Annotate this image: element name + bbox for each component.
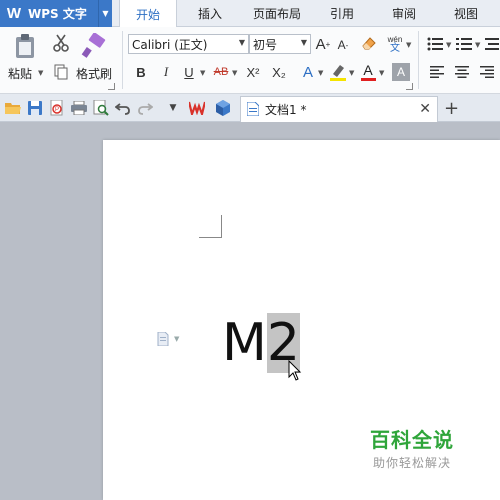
text-effect-button[interactable]: A [299,63,317,81]
ribbon-separator [418,31,419,89]
copy-button[interactable] [52,63,70,81]
copy-icon [54,64,68,80]
watermark: 百科全说 助你轻松解决 [362,424,462,471]
ribbon: 粘贴 ▼ 格式刷 Calibri (正文) ▼ 初号 ▼ A + A- wén … [0,27,500,94]
app-menu-dropdown-icon[interactable]: ▼ [98,0,112,27]
scissors-icon [53,34,69,52]
numbered-list-icon [456,38,472,50]
highlight-button[interactable] [328,61,348,83]
format-painter-icon [81,33,106,58]
paste-button[interactable] [10,32,40,60]
font-size-select[interactable]: 初号 ▼ [249,34,311,54]
character-icon: 文 [390,43,400,54]
watermark-subtitle: 助你轻松解决 [372,456,451,470]
strikethrough-dropdown-icon[interactable]: ▼ [232,69,237,77]
align-left-button[interactable] [428,64,446,80]
font-color-button[interactable]: A [359,61,377,83]
undo-icon[interactable] [114,99,132,117]
align-center-icon [455,66,469,78]
char-shading-button[interactable]: A [392,63,410,81]
font-color-swatch [360,78,376,81]
clear-format-button[interactable] [360,34,378,52]
bullet-list-dropdown-icon[interactable]: ▼ [446,41,451,49]
font-family-value: Calibri (正文) [132,37,208,52]
font-color-letter: A [363,62,373,78]
quick-access-bar: P ▼ 文档1 * ✕ + [0,94,500,122]
clipboard-launcher-icon[interactable] [108,83,115,90]
superscript-button[interactable]: X² [242,63,264,81]
chevron-down-icon: ▼ [238,38,245,47]
numbered-list-button[interactable] [455,35,473,53]
wps-docer-icon[interactable] [188,99,206,117]
align-right-icon [480,66,494,78]
eraser-icon [362,37,376,50]
phonetic-guide-button[interactable]: wén 文 [384,33,406,55]
underline-dropdown-icon[interactable]: ▼ [200,69,205,77]
paste-label: 粘贴 [8,67,33,81]
menu-bar: W WPS 文字 ▼ 开始 插入 页面布局 引用 审阅 视图 [0,0,500,28]
mouse-pointer-icon [288,360,302,381]
tab-references[interactable]: 引用 [320,0,364,27]
strikethrough-button[interactable]: AB [210,63,232,81]
font-color-dropdown-icon[interactable]: ▼ [379,69,384,77]
align-left-icon [430,66,444,78]
close-tab-icon[interactable]: ✕ [419,101,431,117]
text-effect-dropdown-icon[interactable]: ▼ [318,69,323,77]
print-preview-icon[interactable] [92,99,110,117]
format-painter-label: 格式刷 [76,67,113,81]
export-pdf-icon[interactable]: P [48,99,66,117]
redo-icon[interactable] [136,99,154,117]
open-icon[interactable] [4,99,22,117]
new-tab-icon[interactable]: + [444,98,459,119]
font-family-select[interactable]: Calibri (正文) ▼ [128,34,249,54]
document-icon [247,102,259,116]
align-center-button[interactable] [453,64,471,80]
multilevel-list-button[interactable] [484,35,500,53]
numbered-list-dropdown-icon[interactable]: ▼ [475,41,480,49]
bullet-list-icon [427,37,443,51]
tab-home[interactable]: 开始 [119,0,177,28]
grow-font-button[interactable]: A + [314,35,332,53]
tab-insert[interactable]: 插入 [186,0,234,27]
tab-page-layout[interactable]: 页面布局 [244,0,310,27]
chevron-down-icon: ▼ [174,335,180,343]
document-tab-title: 文档1 * [265,103,307,117]
wps-logo-icon: W [6,5,22,22]
format-painter-button[interactable] [80,32,108,60]
save-icon[interactable] [26,99,44,117]
print-icon[interactable] [70,99,88,117]
font-size-value: 初号 [253,37,278,52]
document-text-plain[interactable]: M [222,313,267,373]
cut-button[interactable] [51,33,71,53]
shrink-font-button[interactable]: A- [334,36,352,54]
clipboard-icon [16,34,34,58]
app-title: WPS 文字 [28,7,87,21]
bullet-list-button[interactable] [426,35,444,53]
app-menu-button[interactable]: W WPS 文字 ▼ [0,0,112,27]
align-right-button[interactable] [478,64,496,80]
chevron-down-icon[interactable]: ▼ [406,41,411,49]
document-tab[interactable]: 文档1 * ✕ [240,96,438,122]
paragraph-handle-icon [157,332,169,346]
watermark-title: 百科全说 [370,428,454,452]
customize-dropdown-icon[interactable]: ▼ [164,99,182,117]
font-launcher-icon[interactable] [406,83,413,90]
ribbon-separator [122,31,123,89]
underline-button[interactable]: U [180,63,198,81]
bold-button[interactable]: B [132,63,150,81]
multilevel-list-icon [485,38,499,50]
highlighter-icon [330,65,346,81]
paste-dropdown-icon[interactable]: ▼ [38,69,43,77]
italic-button[interactable]: I [157,63,175,81]
margin-corner-mark [199,215,222,238]
tab-review[interactable]: 审阅 [382,0,426,27]
subscript-button[interactable]: X₂ [268,63,290,81]
chevron-down-icon: ▼ [300,38,307,47]
tab-view[interactable]: 视图 [444,0,488,27]
paragraph-handle[interactable]: ▼ [156,332,182,346]
svg-text:P: P [55,107,59,113]
highlight-dropdown-icon[interactable]: ▼ [349,69,354,77]
cloud-cube-icon[interactable] [214,99,232,117]
